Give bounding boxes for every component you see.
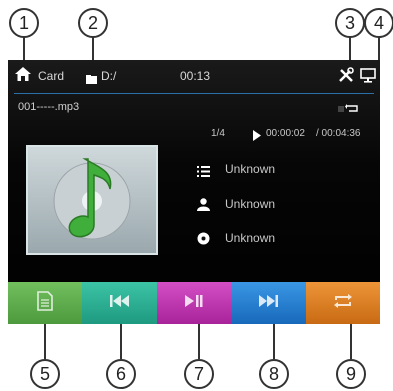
source-label[interactable]: Card [38, 69, 64, 83]
list-icon [197, 164, 210, 177]
clock: 00:13 [180, 69, 211, 83]
disc-icon [197, 232, 210, 245]
top-bar: Card D:/ 00:13 [8, 60, 380, 90]
skip-back-icon [109, 294, 130, 313]
music-note-icon [38, 151, 146, 254]
callout-7-leader [198, 324, 200, 359]
monitor-icon[interactable] [360, 68, 376, 83]
repeat-icon [333, 293, 353, 313]
person-icon [197, 198, 210, 211]
play-pause-icon [185, 294, 203, 313]
player-screen: Card D:/ 00:13 001-----.mp3 1/4 00:00:02… [8, 60, 380, 324]
track-filename: 001-----.mp3 [18, 101, 80, 113]
callout-5-leader [44, 324, 46, 359]
path-label: D:/ [101, 69, 117, 83]
file-list-button[interactable] [8, 282, 83, 324]
play-pause-button[interactable] [156, 282, 232, 324]
home-icon[interactable] [14, 66, 32, 82]
track-counter: 1/4 [211, 128, 225, 139]
track-artist: Unknown [225, 197, 276, 211]
callout-3: 3 [335, 8, 365, 38]
repeat-button[interactable] [305, 282, 380, 324]
tools-icon[interactable] [338, 67, 354, 83]
callout-5: 5 [30, 359, 60, 389]
folder-icon [86, 71, 97, 84]
repeat-status-icon [338, 102, 362, 114]
total-time: / 00:04:36 [316, 128, 361, 139]
track-album: Unknown [225, 231, 276, 245]
next-button[interactable] [231, 282, 306, 324]
document-icon [37, 290, 54, 316]
elapsed-time: 00:00:02 [266, 128, 305, 139]
callout-6: 6 [106, 359, 136, 389]
callout-9: 9 [336, 359, 366, 389]
header-separator [14, 93, 374, 94]
callout-7: 7 [184, 359, 214, 389]
callout-8: 8 [259, 359, 289, 389]
track-title: Unknown [225, 162, 276, 176]
callout-1: 1 [9, 8, 39, 38]
callout-2: 2 [78, 8, 108, 38]
callout-6-leader [120, 324, 122, 359]
play-status-icon [252, 128, 262, 141]
callout-9-leader [350, 324, 352, 359]
skip-forward-icon [258, 294, 279, 313]
control-bar [8, 282, 380, 324]
album-art [26, 145, 158, 255]
callout-8-leader [273, 324, 275, 359]
callout-4: 4 [364, 8, 393, 38]
previous-button[interactable] [82, 282, 157, 324]
